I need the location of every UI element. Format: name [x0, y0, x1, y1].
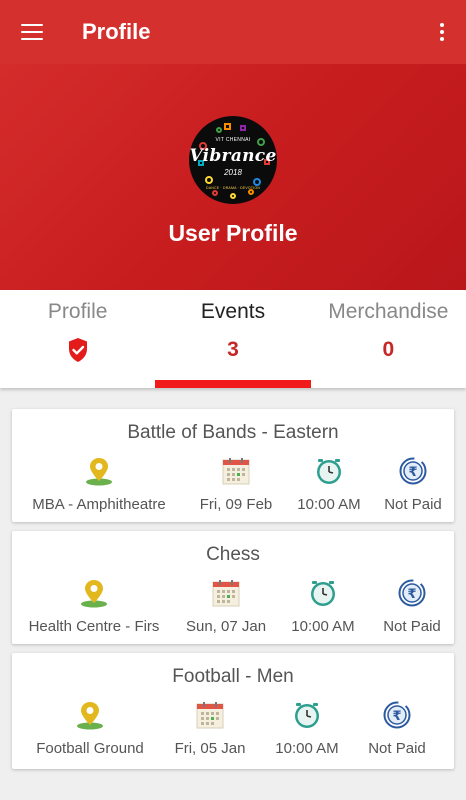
rupee-coin-icon: ₹ — [397, 578, 427, 608]
logo-name: Vibrance — [189, 146, 277, 166]
tab-events[interactable]: Events 3 — [155, 290, 311, 388]
tab-label: Events — [200, 300, 266, 323]
event-time: 10:00 AM — [297, 496, 361, 513]
event-card[interactable]: Battle of Bands - Eastern MBA - Amphithe… — [12, 409, 454, 522]
payment-status: Not Paid — [368, 740, 426, 757]
tab-label: Merchandise — [328, 300, 449, 323]
payment-cell: ₹ Not Paid — [362, 700, 432, 757]
merchandise-count: 0 — [382, 338, 395, 361]
payment-cell: ₹ Not Paid — [370, 578, 454, 635]
time-cell: 10:00 AM — [286, 456, 372, 513]
venue-cell: Football Ground — [12, 700, 168, 757]
event-name: Football - Men — [172, 666, 294, 687]
event-date: Fri, 05 Jan — [174, 740, 246, 757]
tab-bar: Profile Events 3 Merchandise 0 — [0, 290, 466, 388]
app-bar: Profile — [0, 0, 466, 64]
event-name: Battle of Bands - Eastern — [127, 422, 339, 443]
more-options-button[interactable] — [418, 0, 466, 64]
svg-text:₹: ₹ — [408, 465, 417, 480]
alarm-clock-icon — [308, 578, 338, 608]
svg-text:₹: ₹ — [392, 709, 401, 724]
rupee-coin-icon: ₹ — [398, 456, 428, 486]
event-date: Fri, 09 Feb — [199, 496, 273, 513]
event-venue: MBA - Amphitheatre — [32, 496, 166, 513]
logo-top-text: VIT CHENNAI — [215, 137, 251, 143]
svg-text:₹: ₹ — [407, 587, 416, 602]
alarm-clock-icon — [314, 456, 344, 486]
date-cell: Fri, 05 Jan — [168, 700, 252, 757]
tab-label: Profile — [47, 300, 108, 323]
location-pin-icon — [85, 456, 113, 486]
payment-status: Not Paid — [383, 618, 441, 635]
event-name: Chess — [206, 544, 260, 565]
payment-cell: ₹ Not Paid — [372, 456, 454, 513]
page-title: Profile — [82, 19, 151, 44]
venue-cell: MBA - Amphitheatre — [12, 456, 186, 513]
location-pin-icon — [76, 700, 104, 730]
tab-merchandise[interactable]: Merchandise 0 — [311, 290, 466, 388]
calendar-icon — [222, 456, 250, 486]
tab-profile[interactable]: Profile — [0, 290, 155, 388]
hamburger-icon — [21, 24, 43, 40]
events-count: 3 — [227, 338, 239, 361]
venue-cell: Health Centre - Firs — [12, 578, 176, 635]
tab-indicator — [155, 380, 311, 388]
payment-status: Not Paid — [384, 496, 442, 513]
shield-check-icon — [67, 336, 89, 364]
event-card[interactable]: Chess Health Centre - Firs Sun, 07 Jan 1… — [12, 531, 454, 644]
logo-bottom-text: DANCE · DRAMA · DEVOTION — [206, 186, 260, 190]
event-time: 10:00 AM — [275, 740, 339, 757]
menu-button[interactable] — [0, 0, 64, 64]
location-pin-icon — [80, 578, 108, 608]
date-cell: Sun, 07 Jan — [176, 578, 276, 635]
event-venue: Football Ground — [36, 740, 144, 757]
calendar-icon — [196, 700, 224, 730]
event-time: 10:00 AM — [291, 618, 355, 635]
alarm-clock-icon — [292, 700, 322, 730]
vibrance-logo: VIT CHENNAI Vibrance 2018 DANCE · DRAMA … — [189, 116, 277, 204]
event-card[interactable]: Football - Men Football Ground Fri, 05 J… — [12, 653, 454, 769]
event-date: Sun, 07 Jan — [185, 618, 267, 635]
time-cell: 10:00 AM — [276, 578, 370, 635]
logo-year: 2018 — [224, 168, 242, 177]
user-profile-title: User Profile — [168, 220, 298, 246]
profile-header: VIT CHENNAI Vibrance 2018 DANCE · DRAMA … — [0, 64, 466, 290]
calendar-icon — [212, 578, 240, 608]
event-venue: Health Centre - Firs — [28, 618, 160, 635]
date-cell: Fri, 09 Feb — [186, 456, 286, 513]
rupee-coin-icon: ₹ — [382, 700, 412, 730]
time-cell: 10:00 AM — [252, 700, 362, 757]
